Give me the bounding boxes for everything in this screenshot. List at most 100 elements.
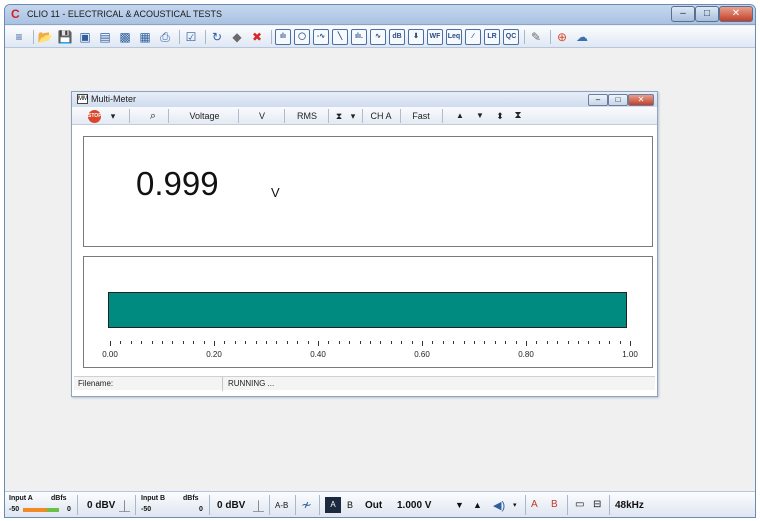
unit-select[interactable]: V bbox=[242, 109, 282, 123]
fft-button[interactable]: ılı bbox=[275, 29, 291, 45]
export-icon[interactable]: ▤ bbox=[97, 29, 113, 45]
calendar-icon[interactable]: ▦ bbox=[137, 29, 153, 45]
scale-tick bbox=[630, 341, 631, 346]
loop-icon[interactable]: ⊟ bbox=[593, 499, 601, 510]
delete-icon[interactable]: ✖ bbox=[249, 29, 265, 45]
image-icon[interactable]: ▩ bbox=[117, 29, 133, 45]
polarity-a-icon[interactable]: A bbox=[531, 499, 538, 510]
toolbar-divider bbox=[328, 109, 329, 123]
rta-button[interactable]: ılı. bbox=[351, 29, 367, 45]
rms-mode-select[interactable]: RMS bbox=[288, 109, 326, 123]
speaker-chevron-icon[interactable]: ▾ bbox=[513, 501, 517, 509]
scale-tick bbox=[130, 341, 132, 344]
sample-rate[interactable]: 48kHz bbox=[615, 500, 644, 511]
pen-icon[interactable]: ✎ bbox=[528, 29, 544, 45]
title-bar: C CLIO 11 - ELECTRICAL & ACOUSTICAL TEST… bbox=[5, 5, 755, 25]
fit-icon[interactable]: ⧗ bbox=[512, 109, 524, 123]
menu-icon[interactable]: ≡ bbox=[11, 29, 27, 45]
multimeter-title: Multi-Meter bbox=[91, 94, 137, 104]
hold-icon[interactable]: ⧗ bbox=[332, 109, 346, 123]
toolbar-divider bbox=[362, 109, 363, 123]
multimeter-restore-button[interactable]: □ bbox=[608, 94, 628, 106]
scale-tick bbox=[505, 341, 507, 344]
scale-down-icon[interactable]: ▼ bbox=[474, 109, 486, 123]
output-level-down-icon[interactable]: ▼ bbox=[455, 500, 464, 510]
scale-tick bbox=[609, 341, 611, 344]
input-a-sensitivity[interactable]: 0 dBV bbox=[87, 500, 115, 511]
speaker-icon[interactable]: ◀) bbox=[493, 499, 505, 512]
scale-tick bbox=[380, 341, 382, 344]
multimeter-minimize-button[interactable]: – bbox=[588, 94, 608, 106]
bar-divider bbox=[567, 495, 568, 515]
stop-button[interactable]: STOP bbox=[88, 110, 102, 123]
generator-icon[interactable]: ≁ bbox=[301, 497, 312, 513]
open-folder-icon[interactable]: 📂 bbox=[37, 29, 53, 45]
scale-tick bbox=[245, 341, 247, 344]
speed-select[interactable]: Fast bbox=[404, 109, 438, 123]
wf-button[interactable]: WF bbox=[427, 29, 443, 45]
multimeter-close-button[interactable]: ✕ bbox=[628, 94, 654, 106]
scale-tick bbox=[297, 341, 299, 344]
expand-icon[interactable]: ⬍ bbox=[494, 109, 506, 123]
sinusoidal-button[interactable]: -∿ bbox=[313, 29, 329, 45]
check-icon[interactable]: ☑ bbox=[183, 29, 199, 45]
multimeter-icon: MM bbox=[77, 94, 88, 104]
input-b-sensitivity[interactable]: 0 dBV bbox=[217, 500, 245, 511]
scale-tick bbox=[182, 341, 184, 344]
minimize-button[interactable]: – bbox=[671, 6, 695, 22]
output-level[interactable]: 1.000 V bbox=[397, 500, 431, 511]
maximize-button[interactable]: □ bbox=[695, 6, 719, 22]
line-button[interactable]: ∕ bbox=[465, 29, 481, 45]
input-b-min: -50 bbox=[141, 506, 152, 513]
cloud-settings-icon[interactable]: ☁ bbox=[574, 29, 590, 45]
scale-label: 0.00 bbox=[102, 350, 118, 359]
stop-options-chevron-icon[interactable]: ▾ bbox=[106, 109, 120, 123]
scale-tick bbox=[401, 341, 403, 344]
toolbar-divider bbox=[271, 30, 272, 44]
reading-display: 0.999 V bbox=[83, 136, 653, 247]
lr-button[interactable]: LR bbox=[484, 29, 500, 45]
filename-label: Filename: bbox=[78, 379, 114, 388]
hold-chevron-icon[interactable]: ▾ bbox=[348, 109, 358, 123]
input-a-meter-high bbox=[47, 508, 59, 512]
channel-b-link-button[interactable]: B bbox=[347, 500, 353, 510]
phantom-power-icon[interactable]: ▭ bbox=[575, 499, 584, 510]
sweep-button[interactable]: ╲ bbox=[332, 29, 348, 45]
help-lifebuoy-icon[interactable]: ⊕ bbox=[554, 29, 570, 45]
scale-tick bbox=[234, 341, 236, 344]
mls-button[interactable]: ◯ bbox=[294, 29, 310, 45]
multimeter-button[interactable]: ⬇ bbox=[408, 29, 424, 45]
scale-label: 1.00 bbox=[622, 350, 638, 359]
wave-button[interactable]: ∿ bbox=[370, 29, 386, 45]
leq-button[interactable]: Leq bbox=[446, 29, 462, 45]
quantity-select[interactable]: Voltage bbox=[172, 109, 237, 123]
scale-tick bbox=[567, 341, 569, 344]
input-b-impulse-icon[interactable]: ⏊ bbox=[253, 498, 264, 514]
refresh-icon[interactable]: ↻ bbox=[209, 29, 225, 45]
qc-button[interactable]: QC bbox=[503, 29, 519, 45]
scale-tick bbox=[110, 341, 111, 346]
save-as-icon[interactable]: ▣ bbox=[77, 29, 93, 45]
input-a-unit: dBfs bbox=[51, 495, 67, 502]
zoom-icon[interactable]: ⌕ bbox=[146, 109, 160, 123]
channel-select[interactable]: CH A bbox=[366, 109, 396, 123]
main-toolbar: ≡ 📂 💾 ▣ ▤ ▩ ▦ ⎙ ☑ ↻ ◆ ✖ ılı ◯ -∿ ╲ ılı. ∿ dB ⬇ WF Leq ∕ LR QC ✎ ⊕ ☁ bbox=[5, 26, 755, 48]
scale-tick bbox=[338, 341, 340, 344]
output-level-up-icon[interactable]: ▲ bbox=[473, 500, 482, 510]
close-button[interactable]: ✕ bbox=[719, 6, 753, 22]
bar-divider bbox=[269, 495, 270, 515]
input-b-unit: dBfs bbox=[183, 495, 199, 502]
thd-button[interactable]: dB bbox=[389, 29, 405, 45]
scale-up-icon[interactable]: ▲ bbox=[454, 109, 466, 123]
clio-logo-icon: C bbox=[11, 7, 20, 21]
save-icon[interactable]: 💾 bbox=[57, 29, 73, 45]
print-icon[interactable]: ⎙ bbox=[157, 29, 173, 45]
channel-a-link-button[interactable]: A bbox=[325, 497, 341, 513]
input-a-min: -50 bbox=[9, 506, 20, 513]
input-a-max: 0 bbox=[67, 506, 71, 513]
a-minus-b-button[interactable]: A-B bbox=[275, 501, 288, 510]
eraser-icon[interactable]: ◆ bbox=[229, 29, 245, 45]
polarity-b-icon[interactable]: B bbox=[551, 499, 558, 510]
scale-tick bbox=[588, 341, 590, 344]
input-a-impulse-icon[interactable]: ⏊ bbox=[119, 498, 130, 514]
